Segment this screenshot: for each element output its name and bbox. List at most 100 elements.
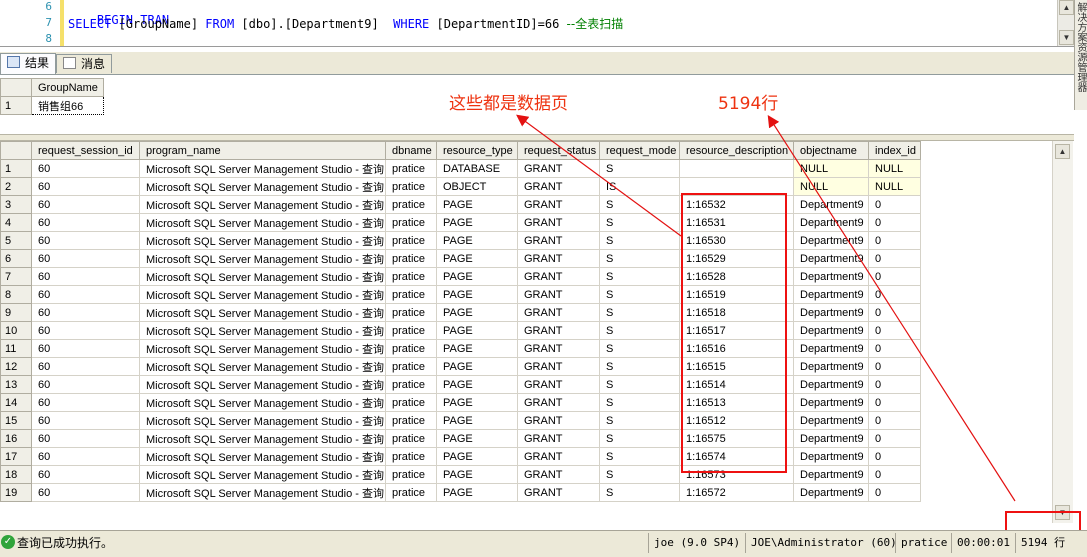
- grid-vertical-scrollbar[interactable]: ▲ ▼: [1052, 141, 1073, 523]
- grid-cell[interactable]: Department9: [793, 357, 869, 376]
- grid-cell[interactable]: PAGE: [436, 285, 518, 304]
- grid-cell[interactable]: pratice: [385, 321, 437, 340]
- grid-cell[interactable]: Department9: [793, 195, 869, 214]
- grid-cell[interactable]: 60: [31, 195, 140, 214]
- grid-cell[interactable]: 0: [868, 429, 921, 448]
- grid-cell[interactable]: Microsoft SQL Server Management Studio -…: [139, 267, 386, 286]
- column-header[interactable]: request_mode: [599, 141, 680, 160]
- grid-cell[interactable]: GRANT: [517, 321, 600, 340]
- grid-cell[interactable]: S: [599, 375, 680, 394]
- grid-cell[interactable]: 0: [868, 339, 921, 358]
- code-line[interactable]: SELECT [GroupName] FROM [dbo].[Departmen…: [68, 15, 623, 32]
- grid-cell[interactable]: Microsoft SQL Server Management Studio -…: [139, 393, 386, 412]
- grid-cell[interactable]: Department9: [793, 429, 869, 448]
- grid-cell[interactable]: GRANT: [517, 267, 600, 286]
- grid-cell[interactable]: 0: [868, 393, 921, 412]
- grid-cell[interactable]: PAGE: [436, 249, 518, 268]
- grid-cell[interactable]: 60: [31, 465, 140, 484]
- grid-cell[interactable]: PAGE: [436, 267, 518, 286]
- grid-cell[interactable]: pratice: [385, 231, 437, 250]
- grid-cell[interactable]: GRANT: [517, 303, 600, 322]
- grid-cell[interactable]: 0: [868, 321, 921, 340]
- table-row[interactable]: 19 60 Microsoft SQL Server Management Stud…: [0, 483, 921, 502]
- grid-cell[interactable]: Department9: [793, 303, 869, 322]
- grid-cell[interactable]: pratice: [385, 249, 437, 268]
- grid-cell[interactable]: 60: [31, 213, 140, 232]
- grid-cell[interactable]: PAGE: [436, 321, 518, 340]
- column-header[interactable]: program_name: [139, 141, 386, 160]
- grid-cell[interactable]: IS: [599, 177, 680, 196]
- grid-cell[interactable]: Microsoft SQL Server Management Studio -…: [139, 411, 386, 430]
- grid-cell[interactable]: PAGE: [436, 483, 518, 502]
- grid-cell[interactable]: 60: [31, 177, 140, 196]
- grid-cell[interactable]: S: [599, 447, 680, 466]
- grid-cell[interactable]: Microsoft SQL Server Management Studio -…: [139, 213, 386, 232]
- grid-cell[interactable]: 0: [868, 303, 921, 322]
- grid-cell[interactable]: S: [599, 303, 680, 322]
- row-number[interactable]: 11: [0, 339, 32, 358]
- grid-cell[interactable]: Microsoft SQL Server Management Studio -…: [139, 321, 386, 340]
- grid-cell[interactable]: S: [599, 285, 680, 304]
- grid-cell[interactable]: Microsoft SQL Server Management Studio -…: [139, 195, 386, 214]
- grid-cell[interactable]: PAGE: [436, 465, 518, 484]
- grid-cell[interactable]: GRANT: [517, 411, 600, 430]
- grid-cell[interactable]: Department9: [793, 321, 869, 340]
- grid-cell[interactable]: Department9: [793, 393, 869, 412]
- grid-cell[interactable]: pratice: [385, 339, 437, 358]
- grid-cell[interactable]: Department9: [793, 267, 869, 286]
- grid-cell[interactable]: Department9: [793, 447, 869, 466]
- grid-cell[interactable]: GRANT: [517, 231, 600, 250]
- grid-cell[interactable]: PAGE: [436, 375, 518, 394]
- grid-cell[interactable]: 60: [31, 303, 140, 322]
- grid-cell[interactable]: Microsoft SQL Server Management Studio -…: [139, 483, 386, 502]
- grid-cell[interactable]: PAGE: [436, 213, 518, 232]
- grid-cell[interactable]: GRANT: [517, 429, 600, 448]
- row-number[interactable]: 16: [0, 429, 32, 448]
- grid-cell[interactable]: GRANT: [517, 375, 600, 394]
- grid-cell[interactable]: PAGE: [436, 447, 518, 466]
- tab-results[interactable]: 结果: [0, 53, 57, 74]
- grid-cell[interactable]: Microsoft SQL Server Management Studio -…: [139, 249, 386, 268]
- grid-cell[interactable]: 销售组66: [31, 96, 104, 115]
- grid-cell[interactable]: 0: [868, 249, 921, 268]
- row-number[interactable]: 10: [0, 321, 32, 340]
- grid-cell[interactable]: 0: [868, 375, 921, 394]
- grid-cell[interactable]: S: [599, 231, 680, 250]
- scroll-down-icon[interactable]: ▼: [1059, 30, 1074, 45]
- grid-cell[interactable]: Department9: [793, 231, 869, 250]
- grid-cell[interactable]: PAGE: [436, 411, 518, 430]
- grid-cell[interactable]: S: [599, 483, 680, 502]
- grid-cell[interactable]: Department9: [793, 285, 869, 304]
- grid-cell[interactable]: pratice: [385, 195, 437, 214]
- grid-cell[interactable]: Department9: [793, 339, 869, 358]
- grid-cell[interactable]: S: [599, 339, 680, 358]
- grid-cell[interactable]: GRANT: [517, 285, 600, 304]
- grid-cell[interactable]: Department9: [793, 465, 869, 484]
- column-header[interactable]: resource_description: [679, 141, 794, 160]
- grid-cell[interactable]: [679, 159, 794, 178]
- grid-cell[interactable]: 0: [868, 465, 921, 484]
- grid-cell[interactable]: Department9: [793, 375, 869, 394]
- grid-cell[interactable]: S: [599, 321, 680, 340]
- row-number[interactable]: 8: [0, 285, 32, 304]
- grid-cell[interactable]: S: [599, 249, 680, 268]
- grid-cell[interactable]: Microsoft SQL Server Management Studio -…: [139, 447, 386, 466]
- row-number[interactable]: 17: [0, 447, 32, 466]
- editor-vertical-scrollbar[interactable]: ▲ ▼: [1057, 0, 1074, 46]
- grid-cell[interactable]: GRANT: [517, 339, 600, 358]
- grid-cell[interactable]: GRANT: [517, 213, 600, 232]
- grid-cell[interactable]: pratice: [385, 285, 437, 304]
- grid-cell[interactable]: pratice: [385, 447, 437, 466]
- grid-cell[interactable]: Department9: [793, 249, 869, 268]
- grid-cell[interactable]: 1:16572: [679, 483, 794, 502]
- grid-cell[interactable]: 60: [31, 249, 140, 268]
- grid-cell[interactable]: pratice: [385, 303, 437, 322]
- grid-cell[interactable]: Microsoft SQL Server Management Studio -…: [139, 375, 386, 394]
- grid-cell[interactable]: S: [599, 159, 680, 178]
- row-number[interactable]: 1: [0, 96, 32, 115]
- grid-cell[interactable]: Microsoft SQL Server Management Studio -…: [139, 285, 386, 304]
- grid-cell[interactable]: 60: [31, 429, 140, 448]
- grid-cell[interactable]: pratice: [385, 429, 437, 448]
- grid-cell[interactable]: GRANT: [517, 393, 600, 412]
- grid-cell[interactable]: 60: [31, 321, 140, 340]
